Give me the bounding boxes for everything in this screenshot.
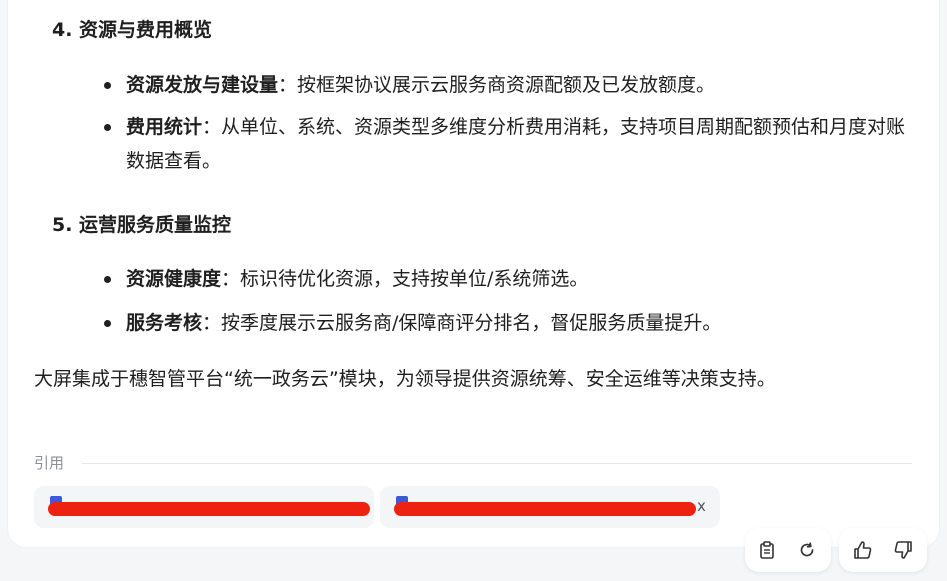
copy-button[interactable] <box>753 536 781 564</box>
divider <box>82 463 912 464</box>
bullet-separator: ： <box>221 268 241 290</box>
bullet-dot <box>104 320 111 327</box>
reference-title: x <box>697 497 706 515</box>
bullet-label: 费用统计 <box>126 116 203 138</box>
dislike-button[interactable] <box>889 536 917 564</box>
bullet-dot <box>104 124 111 131</box>
redaction-bar <box>48 502 370 516</box>
citations-label: 引用 <box>34 454 65 472</box>
bullet-text: 从单位、系统、资源类型多维度分析费用消耗，支持项目周期配额预估和月度对账数据查看… <box>126 116 906 172</box>
list-item: 资源健康度：标识待优化资源，支持按单位/系统筛选。 <box>104 262 914 296</box>
section-title: 4. 资源与费用概览 <box>52 19 213 41</box>
refresh-icon <box>800 542 814 557</box>
bullet-text: 按季度展示云服务商/保障商评分排名，督促服务质量提升。 <box>221 312 722 334</box>
section-title: 5. 运营服务质量监控 <box>52 214 232 236</box>
bullet-text: 按框架协议展示云服务商资源配额及已发放额度。 <box>297 74 716 96</box>
bullet-separator: ： <box>202 312 222 334</box>
thumbs-up-icon <box>854 541 872 559</box>
list-item: 服务考核：按季度展示云服务商/保障商评分排名，督促服务质量提升。 <box>104 306 914 340</box>
regenerate-button[interactable] <box>793 536 821 564</box>
copy-regenerate-group <box>745 528 831 572</box>
clipboard-icon <box>760 541 774 559</box>
bullet-dot <box>104 82 111 89</box>
redaction-bar <box>394 502 696 516</box>
list-item: 费用统计：从单位、系统、资源类型多维度分析费用消耗，支持项目周期配额预估和月度对… <box>104 110 914 178</box>
summary-paragraph: 大屏集成于穗智管平台“统一政务云”模块，为领导提供资源统筹、安全运维等决策支持。 <box>34 368 776 390</box>
list-item: 资源发放与建设量：按框架协议展示云服务商资源配额及已发放额度。 <box>104 68 914 102</box>
bullet-label: 资源发放与建设量 <box>126 74 279 96</box>
bullet-separator: ： <box>278 74 298 96</box>
bullet-separator: ： <box>202 116 222 138</box>
bullet-label: 服务考核 <box>126 312 203 334</box>
thumbs-down-icon <box>894 541 912 559</box>
bullet-label: 资源健康度 <box>126 268 222 290</box>
bullet-dot <box>104 276 111 283</box>
bullet-text: 标识待优化资源，支持按单位/系统筛选。 <box>240 268 589 290</box>
citations-header: 引用 <box>34 452 914 474</box>
chat-answer-view: 4. 资源与费用概览 资源发放与建设量：按框架协议展示云服务商资源配额及已发放额… <box>0 0 947 581</box>
feedback-group <box>839 528 927 572</box>
like-button[interactable] <box>849 536 877 564</box>
